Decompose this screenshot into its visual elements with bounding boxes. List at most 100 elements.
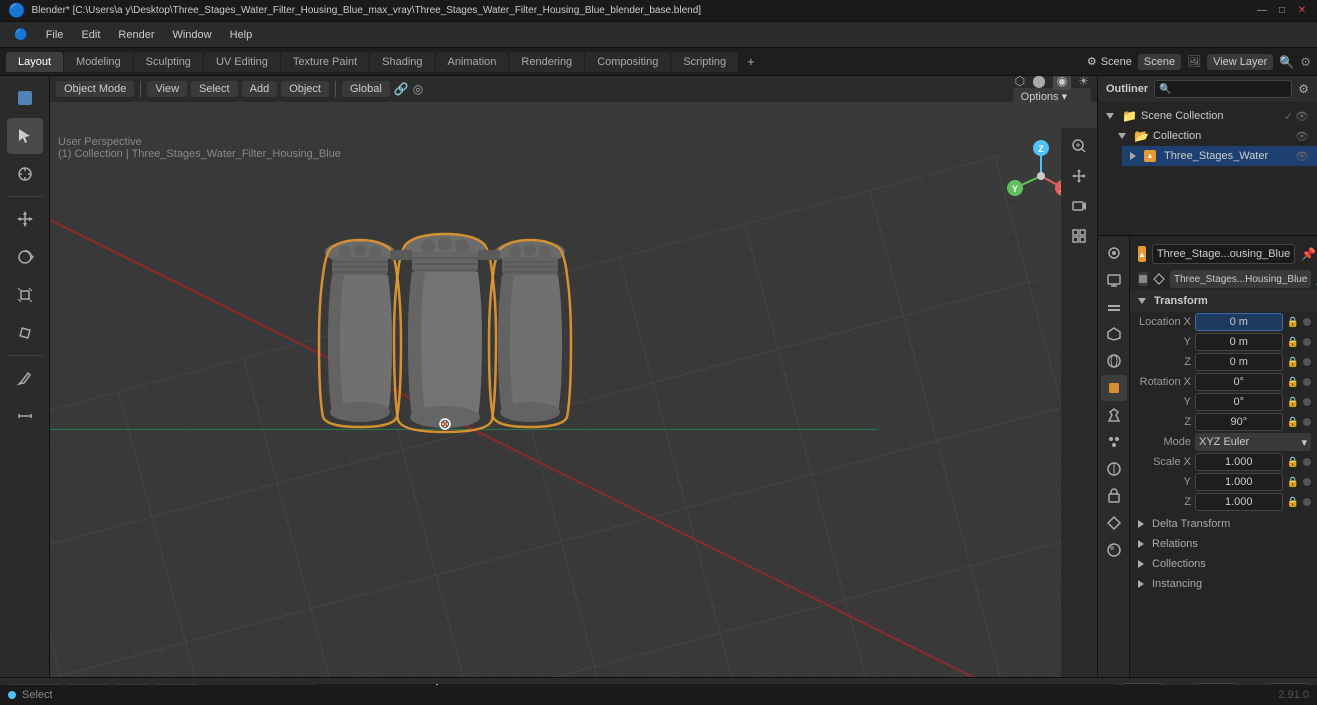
viewport-view-menu[interactable]: View: [147, 81, 187, 97]
prop-render-icon[interactable]: [1101, 240, 1127, 266]
scene-label[interactable]: Scene: [1138, 54, 1181, 70]
grid-view-icon[interactable]: [1065, 222, 1093, 250]
camera-view-icon[interactable]: [1065, 192, 1093, 220]
tab-texture-paint[interactable]: Texture Paint: [281, 52, 369, 72]
tab-uv-editing[interactable]: UV Editing: [204, 52, 280, 72]
scale-y-field[interactable]: 1.000: [1195, 473, 1283, 491]
tab-scripting[interactable]: Scripting: [671, 52, 738, 72]
prop-object-icon[interactable]: [1101, 375, 1127, 401]
location-x-keyframe[interactable]: [1303, 318, 1311, 326]
viewport-global-dropdown[interactable]: Global: [342, 81, 390, 97]
sidebar-move-tool[interactable]: [7, 201, 43, 237]
vis-viewport-icon[interactable]: 👁: [1295, 110, 1309, 123]
rotation-z-keyframe[interactable]: [1303, 418, 1311, 426]
instancing-header[interactable]: Instancing: [1130, 574, 1317, 594]
collection-vis-icon[interactable]: 👁: [1295, 130, 1309, 143]
prop-world-icon[interactable]: [1101, 348, 1127, 374]
location-z-lock[interactable]: 🔒: [1287, 357, 1299, 368]
tab-animation[interactable]: Animation: [436, 52, 509, 72]
add-workspace-button[interactable]: +: [739, 50, 763, 73]
outliner-search[interactable]: 🔍: [1154, 80, 1292, 98]
view-layer-label[interactable]: View Layer: [1207, 54, 1273, 70]
menu-blender[interactable]: 🔵: [6, 26, 36, 43]
location-x-field[interactable]: 0 m: [1195, 313, 1283, 331]
prop-modifier-icon[interactable]: [1101, 402, 1127, 428]
menu-file[interactable]: File: [38, 27, 72, 43]
rotation-y-lock[interactable]: 🔒: [1287, 397, 1299, 408]
engine-selector[interactable]: ⚙ Scene: [1087, 55, 1132, 68]
viewport-select-menu[interactable]: Select: [191, 81, 238, 97]
rotation-x-lock[interactable]: 🔒: [1287, 377, 1299, 388]
object-name-input[interactable]: Three_Stage...ousing_Blue: [1152, 244, 1295, 264]
outliner-filter-icon[interactable]: ⚙: [1298, 82, 1309, 96]
scale-z-field[interactable]: 1.000: [1195, 493, 1283, 511]
filter-icon[interactable]: ⚙: [1300, 55, 1311, 69]
collections-header[interactable]: Collections: [1130, 554, 1317, 574]
tab-modeling[interactable]: Modeling: [64, 52, 133, 72]
sidebar-mode-select[interactable]: [7, 80, 43, 116]
outliner-object[interactable]: ▲ Three_Stages_Water 👁: [1122, 146, 1317, 166]
menu-help[interactable]: Help: [222, 27, 261, 43]
datablock-dropdown[interactable]: Three_Stages...Housing_Blue: [1170, 270, 1311, 288]
sidebar-scale-tool[interactable]: [7, 277, 43, 313]
prop-material-icon[interactable]: [1101, 537, 1127, 563]
sidebar-annotate-tool[interactable]: [7, 360, 43, 396]
prop-physics-icon[interactable]: [1101, 456, 1127, 482]
sidebar-measure-tool[interactable]: [7, 398, 43, 434]
prop-view-layer-icon[interactable]: [1101, 294, 1127, 320]
prop-data-icon[interactable]: [1101, 510, 1127, 536]
scale-z-lock[interactable]: 🔒: [1287, 497, 1299, 508]
prop-output-icon[interactable]: [1101, 267, 1127, 293]
close-button[interactable]: ✕: [1295, 4, 1309, 18]
sidebar-select-tool[interactable]: [7, 118, 43, 154]
location-z-keyframe[interactable]: [1303, 358, 1311, 366]
location-x-lock[interactable]: 🔒: [1287, 317, 1299, 328]
tab-compositing[interactable]: Compositing: [585, 52, 670, 72]
solid-shading-icon[interactable]: ⬤: [1032, 76, 1045, 88]
tab-layout[interactable]: Layout: [6, 52, 63, 72]
vis-render-icon[interactable]: ✓: [1284, 110, 1293, 123]
scale-x-lock[interactable]: 🔒: [1287, 457, 1299, 468]
scale-y-keyframe[interactable]: [1303, 478, 1311, 486]
tab-rendering[interactable]: Rendering: [509, 52, 584, 72]
rotation-x-field[interactable]: 0°: [1195, 373, 1283, 391]
delta-transform-header[interactable]: Delta Transform: [1130, 514, 1317, 534]
rotation-mode-dropdown[interactable]: XYZ Euler ▾: [1195, 433, 1311, 451]
sidebar-transform-tool[interactable]: [7, 315, 43, 351]
location-y-lock[interactable]: 🔒: [1287, 337, 1299, 348]
viewport[interactable]: Object Mode View Select Add Object Globa…: [50, 76, 1097, 677]
viewport-snap-icon[interactable]: 🔗: [394, 82, 409, 96]
location-y-field[interactable]: 0 m: [1195, 333, 1283, 351]
outliner-scene-collection[interactable]: 📁 Scene Collection ✓ 👁: [1098, 106, 1317, 126]
viewport-canvas[interactable]: User Perspective (1) Collection | Three_…: [50, 102, 1097, 677]
rotation-z-field[interactable]: 90°: [1195, 413, 1283, 431]
wire-shading-icon[interactable]: ⬡: [1015, 76, 1025, 88]
menu-edit[interactable]: Edit: [73, 27, 108, 43]
zoom-icon[interactable]: [1065, 132, 1093, 160]
prop-scene-icon[interactable]: [1101, 321, 1127, 347]
tab-shading[interactable]: Shading: [370, 52, 434, 72]
search-icon[interactable]: 🔍: [1279, 55, 1294, 69]
menu-render[interactable]: Render: [110, 27, 162, 43]
scale-y-lock[interactable]: 🔒: [1287, 477, 1299, 488]
pan-icon[interactable]: [1065, 162, 1093, 190]
sidebar-rotate-tool[interactable]: [7, 239, 43, 275]
object-vis-icon[interactable]: 👁: [1295, 150, 1309, 163]
outliner-collection[interactable]: 📂 Collection 👁: [1110, 126, 1317, 146]
viewport-proportional-icon[interactable]: ◎: [413, 82, 423, 96]
location-y-keyframe[interactable]: [1303, 338, 1311, 346]
menu-window[interactable]: Window: [164, 27, 219, 43]
prop-constraints-icon[interactable]: [1101, 483, 1127, 509]
viewport-options-btn[interactable]: Options ▾: [1013, 88, 1091, 105]
tab-sculpting[interactable]: Sculpting: [134, 52, 203, 72]
scale-x-keyframe[interactable]: [1303, 458, 1311, 466]
rotation-y-keyframe[interactable]: [1303, 398, 1311, 406]
viewport-add-menu[interactable]: Add: [242, 81, 278, 97]
rotation-z-lock[interactable]: 🔒: [1287, 417, 1299, 428]
transform-section-header[interactable]: Transform: [1130, 290, 1317, 312]
prop-particles-icon[interactable]: [1101, 429, 1127, 455]
scale-x-field[interactable]: 1.000: [1195, 453, 1283, 471]
viewport-object-menu[interactable]: Object: [281, 81, 329, 97]
scale-z-keyframe[interactable]: [1303, 498, 1311, 506]
rotation-x-keyframe[interactable]: [1303, 378, 1311, 386]
